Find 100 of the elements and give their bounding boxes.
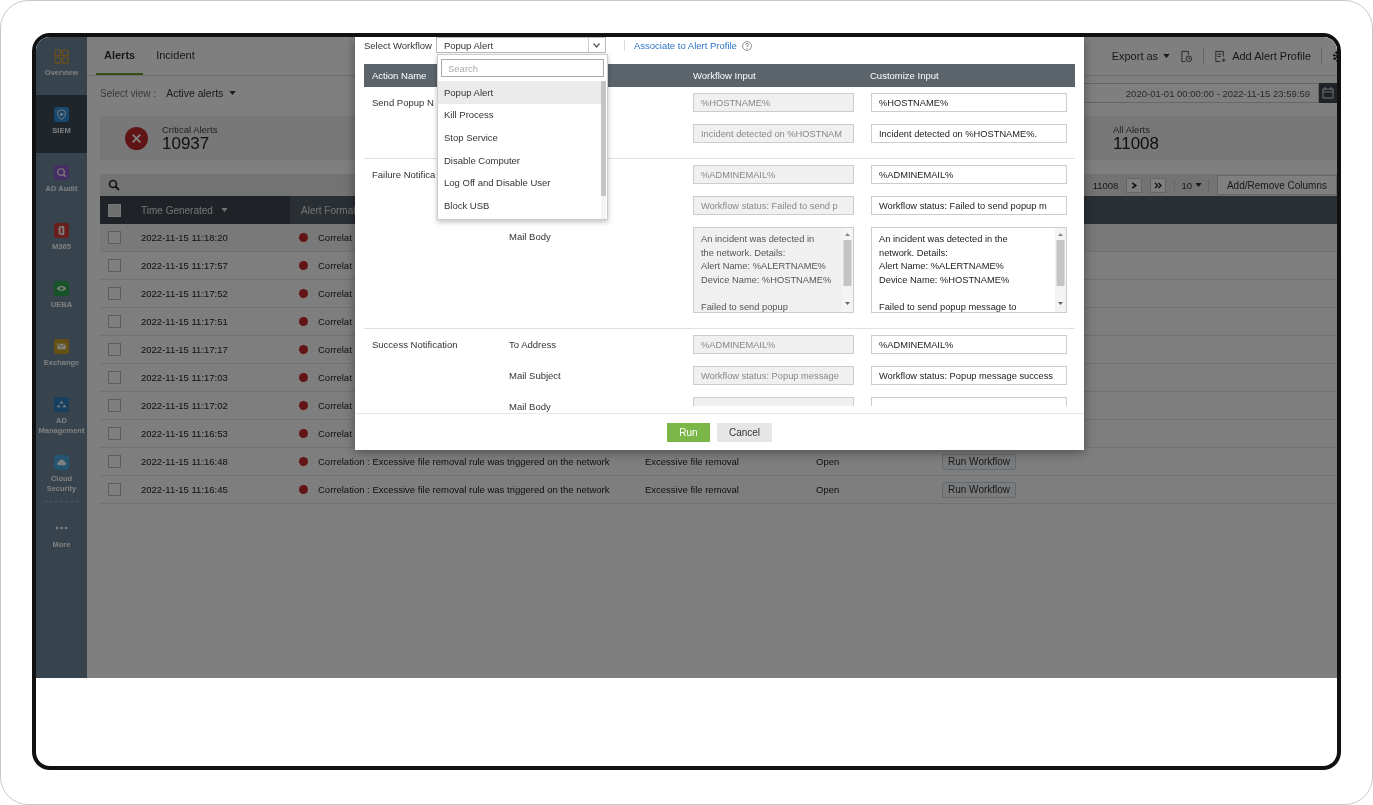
next-page-button[interactable] [1126, 177, 1143, 193]
cancel-button[interactable]: Cancel [717, 422, 772, 442]
row-checkbox[interactable] [108, 427, 121, 440]
select-view-label: Select view : [100, 87, 157, 99]
customize-input-textarea[interactable]: An incident was detected in the network. Details: Alert Name: %ALERTNAME% Device Name: %HOSTNAME% Failed to send popup message to [871, 227, 1067, 313]
customize-input-field[interactable]: Workflow status: Popup message success [871, 366, 1067, 385]
stat-label: Critical Alerts [162, 123, 218, 135]
table-cell: Correlat [318, 372, 352, 383]
workflow-input-textarea: An incident was detected in the network. Details: Alert Name: %ALERTNAME% Device Name: %HOSTNAME% Failed to send popup [693, 227, 854, 313]
dropdown-option[interactable]: Stop Service [438, 126, 601, 149]
caret-icon [1163, 54, 1171, 58]
stat-value: 10937 [162, 134, 211, 153]
table-cell: Correlat [318, 344, 352, 355]
row-checkbox[interactable] [108, 371, 121, 384]
report-schedule-icon[interactable] [1180, 49, 1194, 63]
scrollbar[interactable] [601, 81, 606, 219]
add-remove-columns-button[interactable]: Add/Remove Columns [1216, 175, 1337, 195]
audit-app-icon [54, 165, 69, 180]
m365-app-icon [54, 223, 69, 238]
workflow-input-field: %HOSTNAME% [693, 93, 854, 112]
search-icon[interactable] [108, 179, 120, 191]
run-button[interactable]: Run [667, 422, 710, 442]
customize-input-field[interactable]: %ADMINEMAIL% [871, 165, 1067, 184]
table-cell: Correlation : Excessive file removal rule was triggered on the network [318, 484, 610, 495]
stat-value: 11008 [1113, 134, 1159, 153]
more-icon [54, 526, 69, 530]
column-header: Workflow Input [692, 70, 757, 81]
associate-alert-profile-link[interactable]: Associate to Alert Profile [623, 40, 737, 51]
select-all-checkbox[interactable] [108, 203, 121, 217]
column-header[interactable]: Time Generated [130, 196, 290, 224]
dropdown-option[interactable]: Block USB [438, 193, 601, 217]
row-checkbox[interactable] [108, 399, 121, 412]
customize-input-field[interactable]: %HOSTNAME% [871, 93, 1067, 112]
table-cell-text: 2022-11-15 11:16:53 [140, 428, 229, 439]
row-checkbox[interactable] [108, 343, 121, 356]
siem-app-icon [54, 107, 69, 122]
severity-dot [299, 289, 308, 298]
field-label: Mail Body [508, 400, 552, 413]
tab[interactable]: Incident [148, 37, 203, 75]
severity-dot [299, 233, 308, 242]
calendar-icon[interactable] [1319, 83, 1337, 103]
table-cell: Correlation : Excessive file removal rule was triggered on the network [318, 456, 610, 467]
cloud-app-icon [54, 455, 69, 470]
workflow-input-field: Workflow status: Failed to send p [693, 196, 854, 215]
row-checkbox[interactable] [108, 455, 121, 468]
table-cell-text: 2022-11-15 11:17:57 [140, 260, 229, 271]
run-workflow-button[interactable]: Run Workflow [942, 481, 1017, 498]
customize-input-field[interactable]: Workflow status: Failed to send popup m [871, 196, 1067, 215]
admgmt-app-icon [54, 397, 69, 412]
table-cell-text: 2022-11-15 11:17:03 [140, 372, 229, 383]
table-cell-text: 2022-11-15 11:18:20 [140, 232, 229, 243]
table-cell-text: Excessive file removal [644, 484, 740, 495]
dropdown-option[interactable]: Kill Process [438, 103, 601, 127]
workflow-input-field: Incident detected on %HOSTNAM [693, 124, 854, 143]
dropdown-option[interactable]: Popup Alert [438, 81, 601, 104]
table-cell: Correlat [318, 428, 352, 439]
export-menu[interactable]: Export as [1111, 50, 1171, 62]
add-alert-profile-button[interactable]: Add Alert Profile [1214, 49, 1311, 63]
field-label: To Address [508, 338, 557, 352]
severity-dot [299, 485, 308, 494]
workflow-input-field: %ADMINEMAIL% [693, 335, 854, 354]
stat-label: All Alerts [1113, 123, 1151, 135]
table-cell: Correlat [318, 232, 352, 243]
column-header: Customize Input [869, 70, 940, 81]
table-cell-text: 2022-11-15 11:17:02 [140, 400, 229, 411]
run-workflow-button[interactable]: Run Workflow [942, 453, 1017, 470]
tab[interactable]: Alerts [96, 37, 144, 75]
dropdown-option[interactable]: Log Off and Disable User [438, 171, 601, 194]
help-icon[interactable] [741, 41, 752, 51]
action-name: Failure Notifica [371, 168, 436, 182]
search-field[interactable]: Search [441, 59, 604, 77]
table-cell-text: 2022-11-15 11:17:17 [140, 344, 229, 355]
customize-input-field[interactable]: %ADMINEMAIL% [871, 335, 1067, 354]
column-header: Action Name [371, 70, 428, 81]
table-cell: Correlat [318, 316, 352, 327]
customize-input-textarea[interactable] [871, 397, 1067, 406]
row-checkbox[interactable] [108, 315, 121, 328]
table-cell: Correlat [318, 288, 352, 299]
row-checkbox[interactable] [108, 483, 121, 496]
page-size-dropdown[interactable]: 10 [1174, 179, 1209, 191]
table-cell-text: 2022-11-15 11:16:45 [140, 484, 229, 495]
table-cell-text: Open [815, 484, 841, 495]
chevron-right-icon [1130, 181, 1139, 189]
row-checkbox[interactable] [108, 259, 121, 272]
workflow-select[interactable]: Popup Alert [435, 37, 606, 53]
severity-dot [299, 345, 308, 354]
chevron-down-icon [593, 42, 601, 48]
caret-icon [220, 208, 228, 212]
row-checkbox[interactable] [108, 287, 121, 300]
view-dropdown[interactable]: Active alerts [166, 87, 237, 99]
last-page-button[interactable] [1150, 177, 1167, 193]
customize-input-field[interactable]: Incident detected on %HOSTNAME%. [871, 124, 1067, 143]
exchange-app-icon [54, 339, 69, 354]
action-name: Success Notification [371, 338, 458, 352]
dropdown-option[interactable]: Disable Computer [438, 148, 601, 172]
row-checkbox[interactable] [108, 231, 121, 244]
severity-dot [299, 401, 308, 410]
grid-icon [54, 49, 69, 64]
table-cell-text: 2022-11-15 11:17:51 [140, 316, 229, 327]
ueba-app-icon [54, 281, 69, 296]
